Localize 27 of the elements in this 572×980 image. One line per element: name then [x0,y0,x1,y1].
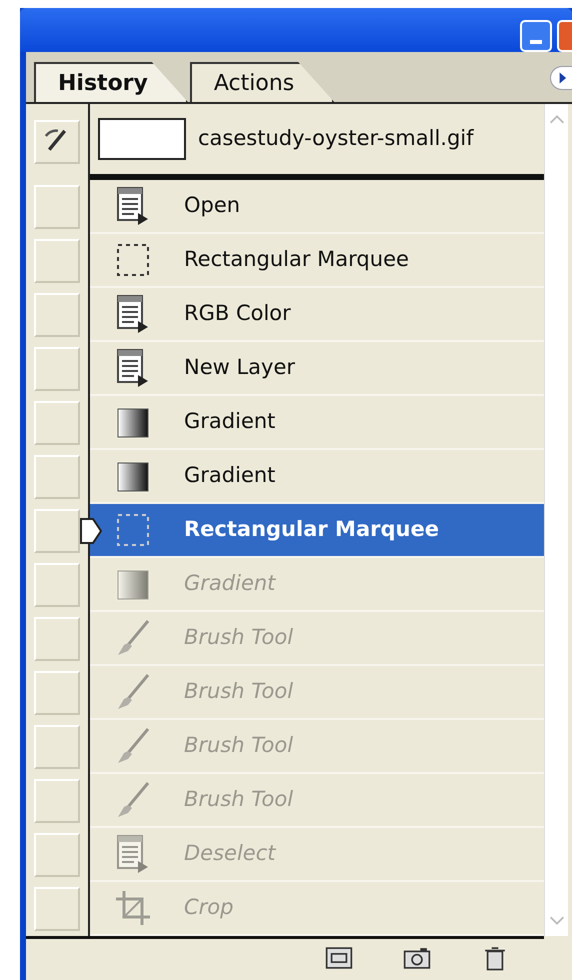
step-source-box[interactable] [34,293,80,337]
step-source-box[interactable] [34,347,80,391]
snapshot-thumbnail[interactable] [98,118,186,160]
history-step[interactable]: RGB Color [90,288,544,342]
panel-tab[interactable]: Actions [190,62,334,102]
close-button[interactable] [557,20,572,52]
step-source-box[interactable] [34,833,80,877]
history-step[interactable]: New Layer [90,342,544,396]
step-source-box[interactable] [34,401,80,445]
history-step[interactable]: Open [90,180,544,234]
history-step[interactable]: Gradient [90,396,544,450]
scrollbar[interactable] [544,104,568,936]
step-source-box[interactable] [34,455,80,499]
minimize-button[interactable] [520,20,552,52]
panel-tab[interactable]: History [34,62,188,102]
step-source-box[interactable] [34,779,80,823]
step-source-box[interactable] [34,671,80,715]
panel-menu-icon[interactable] [550,66,572,90]
history-step[interactable]: Rectangular Marquee [90,234,544,288]
snapshot-name: casestudy-oyster-small.gif [198,125,474,152]
step-source-box[interactable] [34,617,80,661]
step-source-box[interactable] [34,563,80,607]
step-source-box[interactable] [34,185,80,229]
step-source-box[interactable] [34,725,80,769]
history-brush-button[interactable] [34,120,80,164]
step-source-box[interactable] [34,239,80,283]
step-source-box[interactable] [34,887,80,931]
